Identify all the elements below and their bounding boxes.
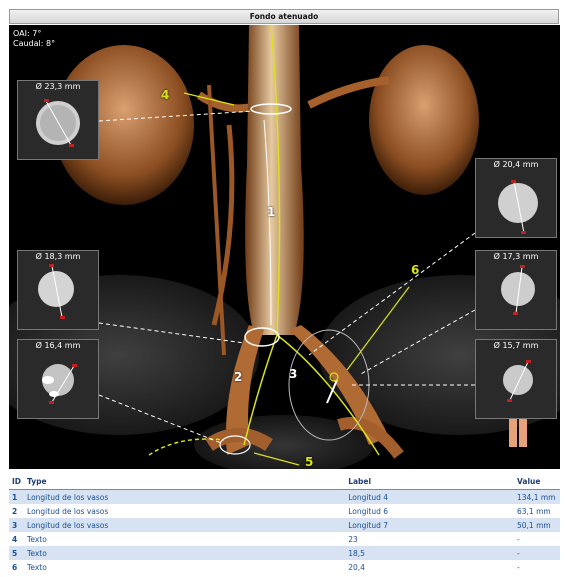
row-id: 4 xyxy=(9,532,25,546)
3d-render-viewport[interactable]: OAI: 7° Caudal: 8° 1 2 3 4 5 6 Ø 23,3 mm… xyxy=(9,25,560,469)
row-id: 6 xyxy=(9,560,25,574)
row-type: Longitud de los vasos xyxy=(24,518,346,532)
cross-section-thumb[interactable]: Ø 20,4 mm xyxy=(475,158,557,238)
cross-section-thumb[interactable]: Ø 16,4 mm xyxy=(17,339,99,419)
cross-section-image xyxy=(42,364,77,404)
orientation-readout: OAI: 7° Caudal: 8° xyxy=(13,29,55,49)
diameter-label: Ø 20,4 mm xyxy=(493,160,539,169)
label-1: 1 xyxy=(267,205,276,219)
cross-section-thumb[interactable]: Ø 18,3 mm xyxy=(17,250,99,330)
label-5: 5 xyxy=(305,455,314,469)
cross-section-thumb[interactable]: Ø 15,7 mm xyxy=(475,339,557,419)
row-type: Texto xyxy=(24,546,346,560)
table-row[interactable]: 4 Texto 23 - xyxy=(9,532,560,546)
label-2: 2 xyxy=(234,370,243,384)
cross-section-image xyxy=(36,99,80,147)
row-id: 2 xyxy=(9,504,25,518)
header-id[interactable]: ID xyxy=(9,474,25,490)
row-type: Texto xyxy=(24,560,346,574)
row-id: 5 xyxy=(9,546,25,560)
table-row[interactable]: 3 Longitud de los vasos Longitud 7 50,1 … xyxy=(9,518,560,532)
row-value: 50,1 mm xyxy=(514,518,560,532)
row-value: 63,1 mm xyxy=(514,504,560,518)
oai-angle: OAI: 7° xyxy=(13,29,42,38)
row-label: Longitud 4 xyxy=(345,489,514,504)
header-value[interactable]: Value xyxy=(514,474,560,490)
header-type[interactable]: Type xyxy=(24,474,346,490)
row-value: 134,1 mm xyxy=(514,489,560,504)
cross-section-thumb[interactable]: Ø 17,3 mm xyxy=(475,250,557,330)
label-6: 6 xyxy=(411,263,420,277)
row-label: 20,4 xyxy=(345,560,514,574)
diameter-label: Ø 16,4 mm xyxy=(35,341,81,350)
row-type: Longitud de los vasos xyxy=(24,489,346,504)
table-header-row: ID Type Label Value xyxy=(9,474,560,490)
diameter-label: Ø 15,7 mm xyxy=(493,341,539,350)
table-row[interactable]: 2 Longitud de los vasos Longitud 6 63,1 … xyxy=(9,504,560,518)
window-title: Fondo atenuado xyxy=(9,9,559,24)
header-label[interactable]: Label xyxy=(345,474,514,490)
row-type: Longitud de los vasos xyxy=(24,504,346,518)
row-value: - xyxy=(514,546,560,560)
label-3: 3 xyxy=(289,367,298,381)
cross-section-image xyxy=(498,180,538,234)
row-id: 1 xyxy=(9,489,25,504)
row-id: 3 xyxy=(9,518,25,532)
row-label: Longitud 6 xyxy=(345,504,514,518)
row-label: 23 xyxy=(345,532,514,546)
table-row[interactable]: 6 Texto 20,4 - xyxy=(9,560,560,574)
diameter-label: Ø 18,3 mm xyxy=(35,252,81,261)
diameter-label: Ø 17,3 mm xyxy=(493,252,539,261)
row-type: Texto xyxy=(24,532,346,546)
row-label: Longitud 7 xyxy=(345,518,514,532)
cross-section-image xyxy=(503,360,533,402)
caudal-angle: Caudal: 8° xyxy=(13,39,56,48)
row-value: - xyxy=(514,532,560,546)
row-label: 18,5 xyxy=(345,546,514,560)
measurements-table: ID Type Label Value 1 Longitud de los va… xyxy=(9,474,560,574)
label-4: 4 xyxy=(161,88,170,102)
cross-section-image xyxy=(38,264,74,319)
cross-section-image xyxy=(501,265,535,315)
table-row[interactable]: 1 Longitud de los vasos Longitud 4 134,1… xyxy=(9,489,560,504)
row-value: - xyxy=(514,560,560,574)
diameter-label: Ø 23,3 mm xyxy=(35,82,81,91)
table-row[interactable]: 5 Texto 18,5 - xyxy=(9,546,560,560)
cross-section-thumb[interactable]: Ø 23,3 mm xyxy=(17,80,99,160)
